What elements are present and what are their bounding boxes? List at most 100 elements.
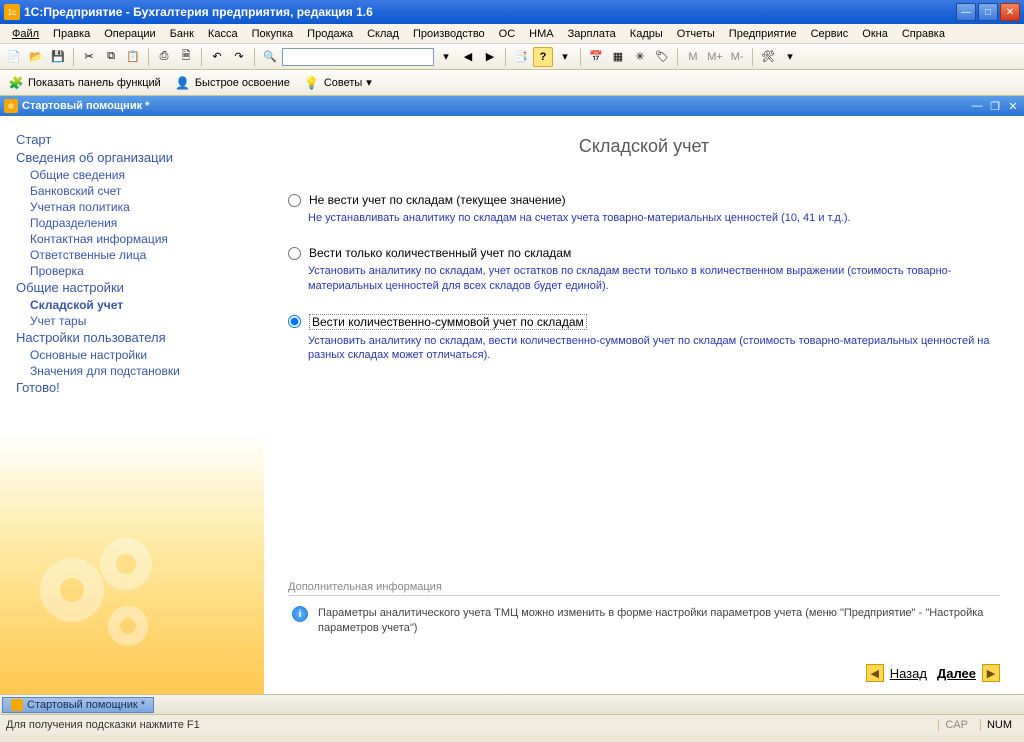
menu-kassa[interactable]: Касса bbox=[202, 26, 244, 42]
menu-nma[interactable]: НМА bbox=[523, 26, 559, 42]
nav-departments[interactable]: Подразделения bbox=[30, 216, 258, 230]
toolbar-main: 📄 📂 💾 ✂ ⧉ 📋 ⎙ 🗎 ↶ ↷ 🔍 ▾ ◀ ▶ 📑 ? ▾ 📅 ▦ ✳ … bbox=[0, 44, 1024, 70]
nav-org-info[interactable]: Сведения об организации bbox=[16, 150, 258, 165]
new-button[interactable]: 📄 bbox=[4, 47, 24, 67]
tools-button[interactable]: 🛠 bbox=[758, 47, 778, 67]
find-button[interactable]: 🔍 bbox=[260, 47, 280, 67]
open-button[interactable]: 📂 bbox=[26, 47, 46, 67]
maximize-button[interactable]: □ bbox=[978, 3, 998, 21]
nav-general-settings[interactable]: Общие настройки bbox=[16, 280, 258, 295]
menu-bank[interactable]: Банк bbox=[164, 26, 200, 42]
copy-button[interactable]: ⧉ bbox=[101, 47, 121, 67]
sub-window-title: Стартовый помощник * bbox=[22, 100, 970, 112]
paste-button[interactable]: 📋 bbox=[123, 47, 143, 67]
menu-reports[interactable]: Отчеты bbox=[671, 26, 721, 42]
arrow-right-icon: ▶ bbox=[982, 664, 1000, 682]
table-button[interactable]: ▦ bbox=[608, 47, 628, 67]
app-logo-icon: 1c bbox=[4, 4, 20, 20]
special-button[interactable]: ✳ bbox=[630, 47, 650, 67]
window-tab-wizard[interactable]: Стартовый помощник * bbox=[2, 697, 154, 713]
wizard-nav-buttons: ◀ Назад Далее ▶ bbox=[288, 664, 1000, 682]
radio-no-warehouse[interactable] bbox=[288, 194, 301, 207]
print-button[interactable]: ⎙ bbox=[154, 47, 174, 67]
menu-enterprise[interactable]: Предприятие bbox=[723, 26, 803, 42]
status-hint: Для получения подсказки нажмите F1 bbox=[6, 719, 932, 731]
nav-general-info[interactable]: Общие сведения bbox=[30, 168, 258, 182]
status-cap: CAP bbox=[938, 719, 974, 731]
menu-salary[interactable]: Зарплата bbox=[562, 26, 622, 42]
additional-info-text: Параметры аналитического учета ТМЦ можно… bbox=[318, 606, 1000, 636]
radio-qty-sum-label[interactable]: Вести количественно-суммовой учет по скл… bbox=[309, 314, 587, 330]
legend-button[interactable]: 🏷 bbox=[652, 47, 672, 67]
next-button[interactable]: Далее ▶ bbox=[937, 664, 1000, 682]
window-title: 1С:Предприятие - Бухгалтерия предприятия… bbox=[24, 5, 956, 19]
additional-info-title: Дополнительная информация bbox=[288, 581, 1000, 596]
menu-warehouse[interactable]: Склад bbox=[361, 26, 405, 42]
save-button[interactable]: 💾 bbox=[48, 47, 68, 67]
tips-button[interactable]: 💡 Советы ▾ bbox=[300, 73, 376, 93]
radio-qty-only-label[interactable]: Вести только количественный учет по скла… bbox=[309, 246, 571, 260]
tab-icon bbox=[11, 699, 23, 711]
search-dropdown[interactable]: ▾ bbox=[436, 47, 456, 67]
nav-done[interactable]: Готово! bbox=[16, 380, 258, 395]
menu-service[interactable]: Сервис bbox=[805, 26, 855, 42]
nav-responsible[interactable]: Ответственные лица bbox=[30, 248, 258, 262]
radio-qty-sum[interactable] bbox=[288, 315, 301, 328]
nav-user-settings[interactable]: Настройки пользователя bbox=[16, 330, 258, 345]
search-input[interactable] bbox=[282, 48, 434, 66]
minimize-button[interactable]: — bbox=[956, 3, 976, 21]
radio-qty-only[interactable] bbox=[288, 247, 301, 260]
option-3: Вести количественно-суммовой учет по скл… bbox=[288, 314, 1000, 364]
titlebar: 1c 1С:Предприятие - Бухгалтерия предприя… bbox=[0, 0, 1024, 24]
cut-button[interactable]: ✂ bbox=[79, 47, 99, 67]
nav-bank-account[interactable]: Банковский счет bbox=[30, 184, 258, 198]
toolbar-secondary: 🧩 Показать панель функций 👤 Быстрое осво… bbox=[0, 70, 1024, 96]
nav-tare-accounting[interactable]: Учет тары bbox=[30, 314, 258, 328]
memory-mplus-button[interactable]: M+ bbox=[705, 47, 725, 67]
redo-button[interactable]: ↷ bbox=[229, 47, 249, 67]
menu-os[interactable]: ОС bbox=[493, 26, 522, 42]
back-button[interactable]: ◀ Назад bbox=[866, 664, 927, 682]
nav-accounting-policy[interactable]: Учетная политика bbox=[30, 200, 258, 214]
memory-m-button[interactable]: M bbox=[683, 47, 703, 67]
radio-no-warehouse-label[interactable]: Не вести учет по складам (текущее значен… bbox=[309, 193, 566, 207]
menu-edit[interactable]: Правка bbox=[47, 26, 96, 42]
clipboard-button[interactable]: 📑 bbox=[511, 47, 531, 67]
nav-contacts[interactable]: Контактная информация bbox=[30, 232, 258, 246]
menu-buy[interactable]: Покупка bbox=[246, 26, 300, 42]
dropdown-button[interactable]: ▾ bbox=[555, 47, 575, 67]
nav-start[interactable]: Старт bbox=[16, 132, 258, 147]
find-prev-button[interactable]: ◀ bbox=[458, 47, 478, 67]
sub-restore-button[interactable]: ❐ bbox=[988, 99, 1002, 113]
memory-mminus-button[interactable]: M- bbox=[727, 47, 747, 67]
menu-hr[interactable]: Кадры bbox=[624, 26, 669, 42]
option-3-desc: Установить аналитику по складам, вести к… bbox=[308, 334, 1000, 364]
nav-substitution-values[interactable]: Значения для подстановки bbox=[30, 364, 258, 378]
quick-start-button[interactable]: 👤 Быстрое освоение bbox=[171, 73, 294, 93]
menu-sell[interactable]: Продажа bbox=[301, 26, 359, 42]
calendar-button[interactable]: 📅 bbox=[586, 47, 606, 67]
menu-help[interactable]: Справка bbox=[896, 26, 951, 42]
menu-production[interactable]: Производство bbox=[407, 26, 491, 42]
tools-dropdown[interactable]: ▾ bbox=[780, 47, 800, 67]
nav-check[interactable]: Проверка bbox=[30, 264, 258, 278]
content-panel: Складской учет Не вести учет по складам … bbox=[264, 116, 1024, 694]
preview-button[interactable]: 🗎 bbox=[176, 47, 196, 67]
help-context-button[interactable]: ? bbox=[533, 47, 553, 67]
menu-file[interactable]: Файл bbox=[6, 26, 45, 42]
tips-icon: 💡 bbox=[304, 75, 320, 91]
nav-main-settings[interactable]: Основные настройки bbox=[30, 348, 258, 362]
close-button[interactable]: ✕ bbox=[1000, 3, 1020, 21]
sub-minimize-button[interactable]: — bbox=[970, 99, 984, 113]
menubar: Файл Правка Операции Банк Касса Покупка … bbox=[0, 24, 1024, 44]
lightbulb-icon: 👤 bbox=[175, 75, 191, 91]
menu-operations[interactable]: Операции bbox=[98, 26, 161, 42]
sub-window-titlebar: ✲ Стартовый помощник * — ❐ ✕ bbox=[0, 96, 1024, 116]
undo-button[interactable]: ↶ bbox=[207, 47, 227, 67]
nav-warehouse-accounting[interactable]: Складской учет bbox=[30, 298, 258, 312]
show-panel-button[interactable]: 🧩 Показать панель функций bbox=[4, 73, 165, 93]
menu-windows[interactable]: Окна bbox=[856, 26, 894, 42]
sub-close-button[interactable]: ✕ bbox=[1006, 99, 1020, 113]
find-next-button[interactable]: ▶ bbox=[480, 47, 500, 67]
panel-icon: 🧩 bbox=[8, 75, 24, 91]
